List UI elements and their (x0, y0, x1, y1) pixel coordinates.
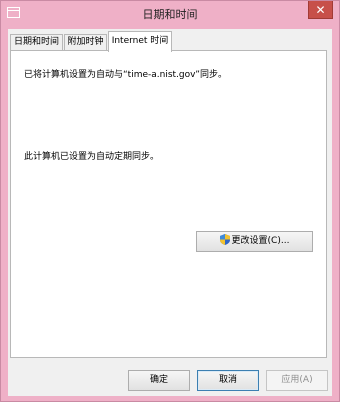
tab-internet-time[interactable]: Internet 时间 (108, 31, 172, 52)
cancel-button[interactable]: 取消 (197, 370, 259, 391)
change-settings-button[interactable]: 更改设置(C)... (196, 231, 313, 252)
close-icon: ✕ (315, 3, 326, 17)
ok-button[interactable]: 确定 (128, 370, 190, 391)
apply-button[interactable]: 应用(A) (266, 370, 328, 391)
close-button[interactable]: ✕ (308, 1, 333, 19)
window-title: 日期和时间 (142, 8, 198, 21)
tab-date-and-time[interactable]: 日期和时间 (10, 34, 63, 50)
schedule-status-text: 此计算机已设置为自动定期同步。 (24, 152, 160, 162)
change-settings-label: 更改设置(C)... (231, 236, 290, 246)
uac-shield-icon (219, 234, 230, 245)
dialog-body: 日期和时间 附加时钟 Internet 时间 已将计算机设置为自动与“time-… (8, 29, 332, 396)
sync-status-text: 已将计算机设置为自动与“time-a.nist.gov”同步。 (24, 70, 227, 80)
tab-additional-clocks[interactable]: 附加时钟 (64, 34, 107, 50)
dialog-window: 日期和时间 ✕ 日期和时间 附加时钟 Internet 时间 已将计算机设置为自… (0, 0, 340, 402)
internet-time-panel: 已将计算机设置为自动与“time-a.nist.gov”同步。 此计算机已设置为… (10, 50, 327, 358)
title-bar[interactable]: 日期和时间 ✕ (1, 1, 339, 27)
